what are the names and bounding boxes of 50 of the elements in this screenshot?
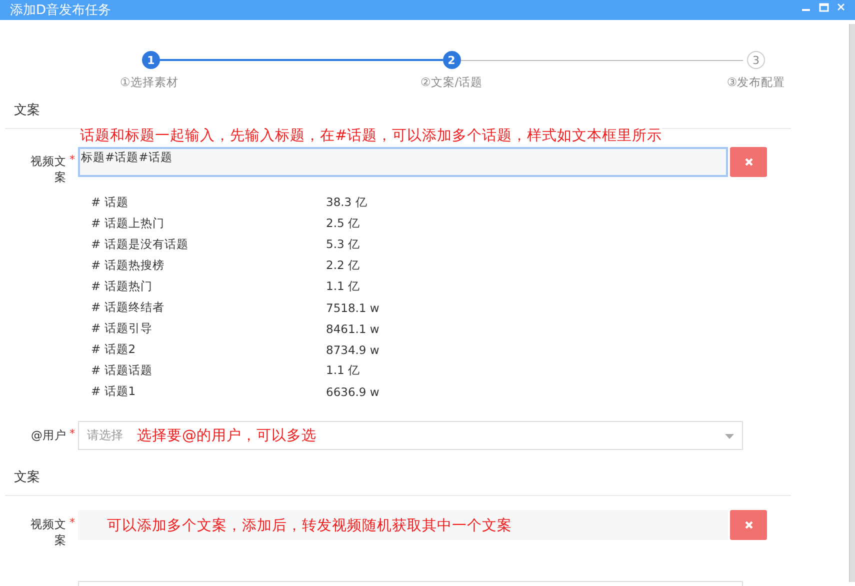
close-icon	[744, 521, 752, 529]
annotation: 可以添加多个文案，添加后，转发视频随机获取其中一个文案	[107, 516, 512, 534]
step-number[interactable]: 2	[442, 51, 460, 69]
topic-name[interactable]: # 话题热搜榜	[91, 258, 326, 273]
select-field[interactable]: 请选择 选择要@的用户，可以多选	[78, 421, 743, 450]
scrollbar[interactable]	[849, 24, 855, 582]
topic-count: 2.2 亿	[326, 258, 360, 273]
annotation: 话题和标题一起输入，先输入标题，在#话题，可以添加多个话题，样式如文本框里所示	[80, 126, 662, 145]
close-icon	[744, 158, 752, 166]
topic-name[interactable]: # 话题上热门	[91, 216, 326, 231]
topic-name[interactable]: # 话题热门	[91, 279, 326, 294]
maximize-icon[interactable]	[819, 2, 829, 12]
placeholder: 请选择	[87, 427, 123, 444]
close-icon[interactable]	[837, 2, 845, 12]
window-title: 添加D音发布任务	[10, 2, 112, 18]
delete-button[interactable]	[730, 147, 767, 177]
text-area[interactable]: 可以添加多个文案，添加后，转发视频随机获取其中一个文案	[78, 510, 728, 540]
topic-count: 5.3 亿	[326, 237, 360, 252]
topic-name[interactable]: # 话题终结者	[91, 300, 326, 315]
topic-count: 6636.9 w	[326, 384, 380, 398]
caret-icon	[725, 434, 734, 439]
delete-button[interactable]	[730, 510, 767, 540]
section-title: 文案	[14, 103, 40, 118]
step-label: ①选择素材	[120, 75, 178, 90]
topic-name[interactable]: # 话题1	[91, 384, 326, 399]
topic-name[interactable]: # 话题	[91, 195, 326, 210]
annotation: 选择要@的用户，可以多选	[137, 427, 316, 445]
topic-count: 8461.1 w	[326, 322, 380, 336]
field-label: 视频文案	[30, 516, 66, 548]
topic-count: 2.5 亿	[326, 216, 360, 231]
required-mark: *	[70, 427, 75, 440]
step-label: ②文案/话题	[420, 75, 483, 90]
step-label: ③发布配置	[726, 75, 786, 90]
topic-name[interactable]: # 话题话题	[91, 363, 326, 378]
topic-count: 8734.9 w	[326, 342, 380, 356]
topic-name[interactable]: # 话题引导	[91, 321, 326, 336]
topic-name[interactable]: # 话题2	[91, 342, 326, 357]
section-title: 文案	[14, 470, 40, 485]
topic-count: 1.1 亿	[326, 363, 360, 378]
text-area[interactable]: 标题#话题#话题	[78, 147, 728, 177]
topic-count: 1.1 亿	[326, 279, 360, 294]
required-mark: *	[70, 516, 75, 529]
field-label: 视频文案	[30, 153, 66, 185]
topic-name[interactable]: # 话题是没有话题	[91, 237, 326, 252]
step-number[interactable]: 3	[747, 51, 765, 69]
field-label: @用户	[30, 427, 66, 443]
topic-count: 38.3 亿	[326, 195, 368, 210]
required-mark: *	[70, 153, 75, 166]
topic-count: 7518.1 w	[326, 300, 380, 314]
step-number[interactable]: 1	[142, 51, 160, 69]
